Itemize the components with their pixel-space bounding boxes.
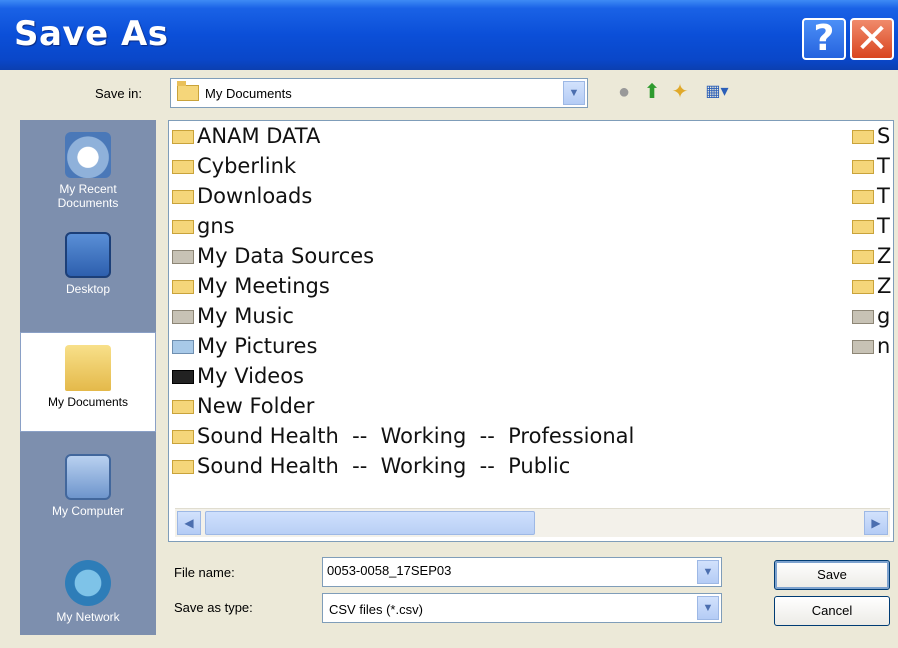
up-folder-icon[interactable]: ⬆: [640, 80, 664, 104]
file-item[interactable]: Sound Health -- Working -- Professional: [172, 424, 634, 448]
new-folder-icon[interactable]: ✦: [668, 80, 692, 104]
recent-documents-icon: [65, 132, 111, 178]
file-item[interactable]: gns: [172, 214, 235, 238]
folder-icon: [172, 220, 194, 234]
pictures-folder-icon: [172, 340, 194, 354]
place-my-computer[interactable]: My Computer: [20, 442, 156, 542]
data-sources-folder-icon: [172, 250, 194, 264]
save-type-value: CSV files (*.csv): [329, 602, 423, 617]
save-in-label: Save in:: [95, 86, 142, 101]
file-item[interactable]: My Meetings: [172, 274, 330, 298]
save-type-dropdown[interactable]: CSV files (*.csv) ▼: [322, 593, 722, 623]
view-menu-icon[interactable]: ▦▾: [698, 80, 736, 104]
folder-icon: [172, 130, 194, 144]
place-my-documents[interactable]: My Documents: [20, 332, 156, 432]
folder-icon: [852, 130, 874, 144]
music-folder-icon: [172, 310, 194, 324]
file-item[interactable]: Cyberlink: [172, 154, 296, 178]
chevron-down-icon[interactable]: ▼: [697, 560, 719, 584]
file-item[interactable]: T: [852, 154, 890, 178]
folder-icon: [852, 250, 874, 264]
folder-icon: [172, 460, 194, 474]
help-button[interactable]: ?: [802, 18, 846, 60]
file-icon: [852, 340, 874, 354]
folder-icon: [177, 81, 199, 101]
file-name-label: File name:: [174, 565, 235, 580]
file-item[interactable]: My Data Sources: [172, 244, 374, 268]
file-name-input[interactable]: [327, 563, 687, 578]
file-item[interactable]: My Music: [172, 304, 294, 328]
place-desktop[interactable]: Desktop: [20, 220, 156, 320]
scroll-right-icon[interactable]: ▶: [864, 511, 888, 535]
places-bar: My Recent Documents Desktop My Documents…: [20, 120, 156, 635]
desktop-icon: [65, 232, 111, 278]
file-item[interactable]: Z: [852, 274, 891, 298]
folder-icon: [852, 190, 874, 204]
chevron-down-icon[interactable]: ▼: [697, 596, 719, 620]
folder-icon: [172, 400, 194, 414]
close-button[interactable]: ✕: [850, 18, 894, 60]
file-item[interactable]: Z: [852, 244, 891, 268]
window-title: Save As: [14, 14, 169, 54]
file-item[interactable]: T: [852, 214, 890, 238]
chevron-down-icon[interactable]: ▼: [563, 81, 585, 105]
file-item[interactable]: T: [852, 184, 890, 208]
save-in-value: My Documents: [205, 86, 292, 101]
folder-icon: [852, 280, 874, 294]
file-name-combo[interactable]: ▼: [322, 557, 722, 587]
save-in-dropdown[interactable]: My Documents ▼: [170, 78, 588, 108]
my-documents-icon: [65, 345, 111, 391]
file-item[interactable]: Sound Health -- Working -- Public: [172, 454, 570, 478]
file-item[interactable]: S: [852, 124, 890, 148]
title-bar: Save As ? ✕: [0, 0, 898, 70]
cancel-button[interactable]: Cancel: [774, 596, 890, 626]
my-network-icon: [65, 560, 111, 606]
my-computer-icon: [65, 454, 111, 500]
folder-icon: [172, 430, 194, 444]
folder-icon: [172, 190, 194, 204]
file-item[interactable]: My Videos: [172, 364, 304, 388]
file-item[interactable]: Downloads: [172, 184, 312, 208]
file-item[interactable]: My Pictures: [172, 334, 317, 358]
save-button[interactable]: Save: [774, 560, 890, 590]
videos-folder-icon: [172, 370, 194, 384]
place-my-network[interactable]: My Network: [20, 548, 156, 648]
place-my-recent-documents[interactable]: My Recent Documents: [20, 120, 156, 220]
file-icon: [852, 310, 874, 324]
file-item[interactable]: g: [852, 304, 890, 328]
horizontal-scrollbar[interactable]: ◀ ▶: [175, 508, 890, 537]
scrollbar-thumb[interactable]: [205, 511, 535, 535]
folder-icon: [852, 160, 874, 174]
file-item[interactable]: New Folder: [172, 394, 314, 418]
back-icon[interactable]: ●: [612, 80, 636, 104]
folder-icon: [172, 160, 194, 174]
file-item[interactable]: ANAM DATA: [172, 124, 320, 148]
file-item[interactable]: n: [852, 334, 890, 358]
scroll-left-icon[interactable]: ◀: [177, 511, 201, 535]
save-type-label: Save as type:: [174, 600, 253, 615]
folder-icon: [852, 220, 874, 234]
folder-icon: [172, 280, 194, 294]
